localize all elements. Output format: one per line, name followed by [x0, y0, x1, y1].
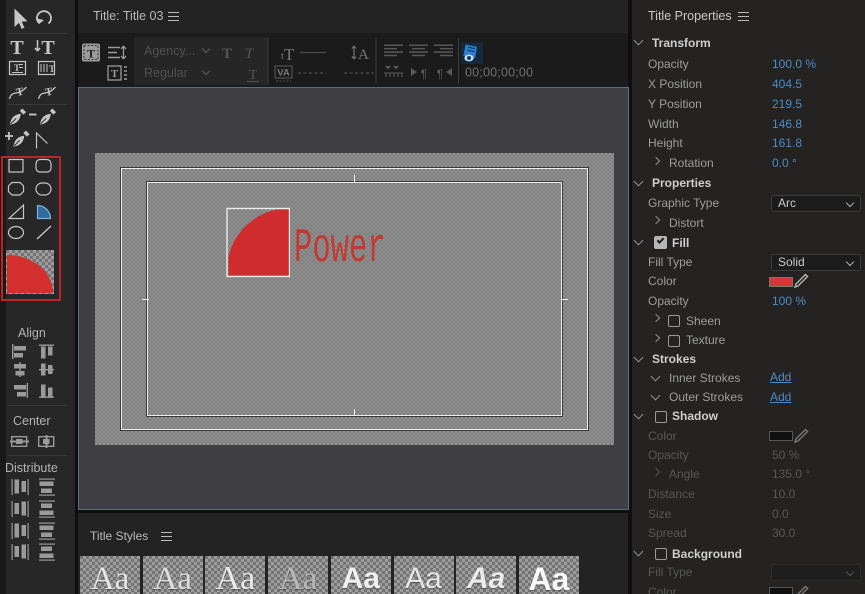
- svg-text:A: A: [358, 47, 369, 63]
- svg-text:00;00;00;00: 00;00;00;00: [465, 66, 533, 80]
- svg-text:T: T: [222, 46, 232, 62]
- svg-text:T: T: [15, 86, 25, 99]
- svg-text:T: T: [41, 37, 55, 59]
- svg-text:T: T: [10, 37, 24, 59]
- svg-text:Regular: Regular: [144, 66, 188, 80]
- svg-text:Agency...: Agency...: [144, 44, 195, 58]
- svg-text:VA: VA: [277, 68, 290, 79]
- svg-text:T: T: [49, 64, 55, 74]
- svg-text:¶: ¶: [437, 67, 443, 81]
- svg-text:T: T: [284, 45, 295, 64]
- svg-text:T: T: [249, 68, 258, 83]
- svg-text:¶: ¶: [421, 67, 427, 81]
- svg-text:T: T: [44, 86, 54, 99]
- svg-text:T: T: [111, 68, 119, 80]
- svg-text:T: T: [87, 47, 95, 61]
